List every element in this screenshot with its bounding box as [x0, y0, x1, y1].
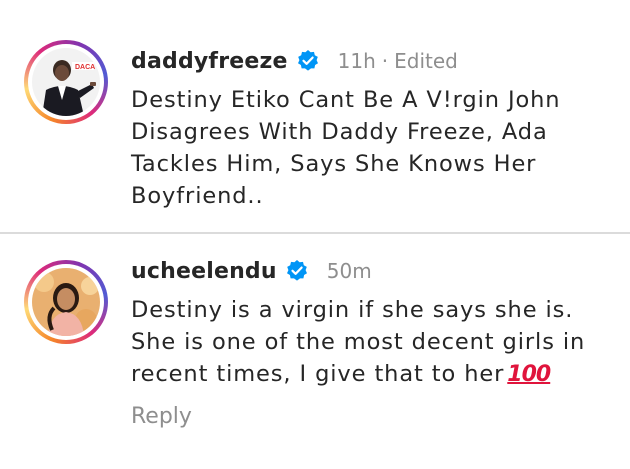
caption-header: daddyfreeze 11h · Edited — [131, 44, 458, 78]
caption-text: Destiny Etiko Cant Be A V!rgin John Disa… — [131, 87, 561, 209]
separator-dot: · — [381, 49, 389, 73]
comment: ucheelendu 50m Destiny is a virgin if sh… — [0, 234, 630, 469]
hundred-points-emoji-icon: 100 — [507, 362, 551, 387]
profile-photo-woman-icon — [32, 268, 100, 336]
avatar[interactable]: DACA — [32, 48, 100, 116]
username[interactable]: daddyfreeze — [131, 49, 288, 74]
svg-text:DACA: DACA — [75, 64, 95, 71]
post-time: 11h — [337, 49, 376, 73]
comment-header: ucheelendu 50m — [131, 254, 372, 288]
story-ring[interactable] — [24, 260, 108, 344]
avatar[interactable] — [32, 268, 100, 336]
profile-photo-man-icon: DACA — [32, 48, 100, 116]
verified-badge-icon — [285, 259, 309, 283]
comment-time: 50m — [326, 259, 372, 283]
caption-post: DACA daddyfreeze 11h · Edited Destiny Et… — [0, 0, 630, 232]
verified-badge-icon — [296, 49, 320, 73]
story-ring[interactable]: DACA — [24, 40, 108, 124]
comment-text: Destiny is a virgin if she says she is. … — [131, 294, 611, 391]
reply-button[interactable]: Reply — [131, 404, 192, 429]
username[interactable]: ucheelendu — [131, 259, 277, 284]
edited-label: Edited — [394, 49, 458, 73]
